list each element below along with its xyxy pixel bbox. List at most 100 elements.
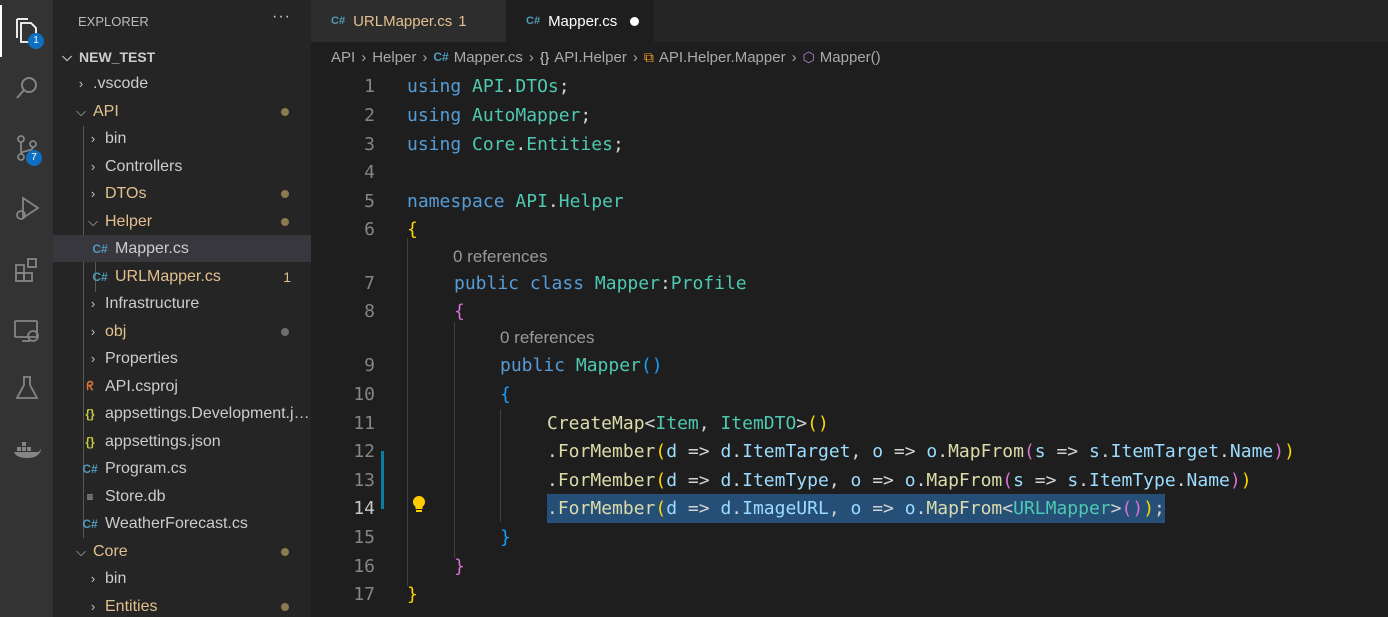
breadcrumb-item[interactable]: Mapper() bbox=[820, 49, 881, 66]
lightbulb-icon[interactable] bbox=[409, 494, 429, 514]
problem-count: 1 bbox=[283, 268, 291, 285]
tree-root-new-test[interactable]: ⌵ NEW_TEST bbox=[53, 43, 311, 70]
tree-file-appsettings-development[interactable]: {} appsettings.Development.json bbox=[53, 400, 311, 427]
line-number: 5 bbox=[364, 191, 375, 212]
tree-label: Helper bbox=[105, 212, 153, 230]
modified-dot bbox=[281, 328, 289, 336]
breadcrumb-item[interactable]: Mapper.cs bbox=[454, 49, 523, 66]
csharp-file-icon: C# bbox=[526, 15, 541, 27]
indent-guide bbox=[407, 238, 408, 586]
line-number: 8 bbox=[364, 301, 375, 322]
modified-dot bbox=[281, 218, 289, 226]
breadcrumb-item[interactable]: API.Helper bbox=[554, 49, 627, 66]
line-number: 7 bbox=[364, 273, 375, 294]
tree-file-appsettings[interactable]: {} appsettings.json bbox=[53, 428, 311, 455]
tree-folder-controllers[interactable]: › Controllers bbox=[53, 153, 311, 180]
code-line: .ForMember(d => d.ItemType, o => o.MapFr… bbox=[547, 470, 1252, 491]
tree-folder-vscode[interactable]: › .vscode bbox=[53, 70, 311, 97]
tree-label: Program.cs bbox=[105, 459, 187, 477]
line-number: 3 bbox=[364, 134, 375, 155]
chevron-right-icon: › bbox=[528, 48, 534, 66]
scm-badge: 7 bbox=[26, 150, 42, 166]
tree-folder-core-bin[interactable]: › bin bbox=[53, 565, 311, 592]
tree-folder-infrastructure[interactable]: › Infrastructure bbox=[53, 290, 311, 317]
tab-label: URLMapper.cs bbox=[353, 12, 453, 30]
breadcrumb-item[interactable]: API.Helper.Mapper bbox=[659, 49, 786, 66]
tree-file-mapper-cs[interactable]: C# Mapper.cs bbox=[53, 235, 311, 262]
code-line: } bbox=[500, 527, 511, 548]
indent-guide bbox=[500, 409, 501, 522]
csharp-file-icon: C# bbox=[92, 241, 108, 256]
tree-folder-dtos[interactable]: › DTOs bbox=[53, 180, 311, 207]
tree-file-store-db[interactable]: ≡ Store.db bbox=[53, 483, 311, 510]
line-number: 4 bbox=[364, 162, 375, 183]
json-file-icon: {} bbox=[85, 434, 95, 449]
tab-urlmapper-cs[interactable]: C# URLMapper.cs 1 bbox=[311, 0, 506, 42]
chevron-right-icon: › bbox=[422, 48, 428, 66]
explorer-badge: 1 bbox=[28, 33, 44, 49]
tree-label: Controllers bbox=[105, 157, 183, 175]
tree-label: NEW_TEST bbox=[79, 48, 156, 65]
tree-file-weatherforecast-cs[interactable]: C# WeatherForecast.cs bbox=[53, 510, 311, 537]
extensions-icon[interactable] bbox=[0, 244, 53, 296]
tree-label: Properties bbox=[105, 349, 178, 367]
indent-guide bbox=[454, 322, 455, 558]
explorer-icon[interactable]: 1 bbox=[0, 5, 53, 57]
tree-folder-properties[interactable]: › Properties bbox=[53, 345, 311, 372]
more-actions-button[interactable]: ··· bbox=[272, 8, 291, 26]
tree-file-urlmapper-cs[interactable]: C# URLMapper.cs 1 bbox=[53, 263, 311, 290]
chevron-right-icon: › bbox=[78, 76, 84, 91]
line-number: 2 bbox=[364, 105, 375, 126]
method-icon: ⬡ bbox=[802, 48, 815, 65]
tree-label: Mapper.cs bbox=[115, 239, 189, 257]
breadcrumb-item[interactable]: API bbox=[331, 49, 355, 66]
explorer-title: EXPLORER bbox=[78, 13, 149, 29]
tree-file-api-csproj[interactable]: ᖇ API.csproj bbox=[53, 373, 311, 400]
line-number: 16 bbox=[353, 556, 375, 577]
run-debug-icon[interactable] bbox=[0, 182, 53, 234]
code-editor[interactable]: 1 2 3 4 5 6 7 8 9 10 11 12 13 14 15 16 1… bbox=[311, 72, 1388, 617]
line-number: 12 bbox=[353, 441, 375, 462]
json-file-icon: {} bbox=[85, 406, 95, 421]
csharp-file-icon: C# bbox=[82, 516, 98, 531]
tree-folder-api[interactable]: ⌵ API bbox=[53, 98, 311, 125]
git-modified-gutter bbox=[381, 451, 384, 509]
chevron-down-icon: ⌵ bbox=[62, 48, 72, 64]
tree-label: URLMapper.cs bbox=[115, 267, 221, 285]
namespace-icon: {} bbox=[539, 49, 550, 65]
tree-label: Core bbox=[93, 542, 128, 560]
search-icon[interactable] bbox=[0, 62, 53, 114]
tree-label: .vscode bbox=[93, 74, 149, 92]
tab-mapper-cs[interactable]: C# Mapper.cs bbox=[506, 0, 654, 42]
tree-folder-entities[interactable]: › Entities bbox=[53, 593, 311, 617]
tree-file-program-cs[interactable]: C# Program.cs bbox=[53, 455, 311, 482]
remote-explorer-icon[interactable] bbox=[0, 305, 53, 357]
chevron-right-icon: › bbox=[361, 48, 367, 66]
unsaved-dot-icon[interactable] bbox=[630, 16, 640, 26]
tree-folder-bin[interactable]: › bin bbox=[53, 125, 311, 152]
tree-folder-helper[interactable]: ⌵ Helper bbox=[53, 208, 311, 235]
docker-icon[interactable] bbox=[0, 424, 53, 476]
source-control-icon[interactable]: 7 bbox=[0, 122, 53, 174]
line-number: 11 bbox=[353, 413, 375, 434]
modified-dot bbox=[281, 190, 289, 198]
codelens-references[interactable]: 0 references bbox=[500, 326, 595, 350]
breadcrumb: API › Helper › C# Mapper.cs › {} API.Hel… bbox=[311, 42, 1388, 72]
line-number: 6 bbox=[364, 219, 375, 240]
tree-folder-core[interactable]: ⌵ Core bbox=[53, 538, 311, 565]
line-number: 17 bbox=[353, 584, 375, 605]
explorer-sidebar: EXPLORER ··· ⌵ NEW_TEST › .vscode ⌵ API … bbox=[53, 0, 311, 617]
tree-label: obj bbox=[105, 322, 127, 340]
breadcrumb-item[interactable]: Helper bbox=[372, 49, 416, 66]
code-line: namespace API.Helper bbox=[407, 191, 624, 212]
modified-dot bbox=[281, 548, 289, 556]
tree-folder-obj[interactable]: › obj bbox=[53, 318, 311, 345]
chevron-right-icon: › bbox=[90, 571, 96, 586]
csharp-file-icon: C# bbox=[331, 15, 346, 27]
chevron-right-icon: › bbox=[90, 296, 96, 311]
tab-label: Mapper.cs bbox=[548, 12, 618, 30]
testing-flask-icon[interactable] bbox=[0, 362, 53, 414]
codelens-references[interactable]: 0 references bbox=[453, 245, 548, 269]
editor-tabs: C# URLMapper.cs 1 C# Mapper.cs bbox=[311, 0, 1388, 42]
line-number: 1 bbox=[364, 76, 375, 97]
